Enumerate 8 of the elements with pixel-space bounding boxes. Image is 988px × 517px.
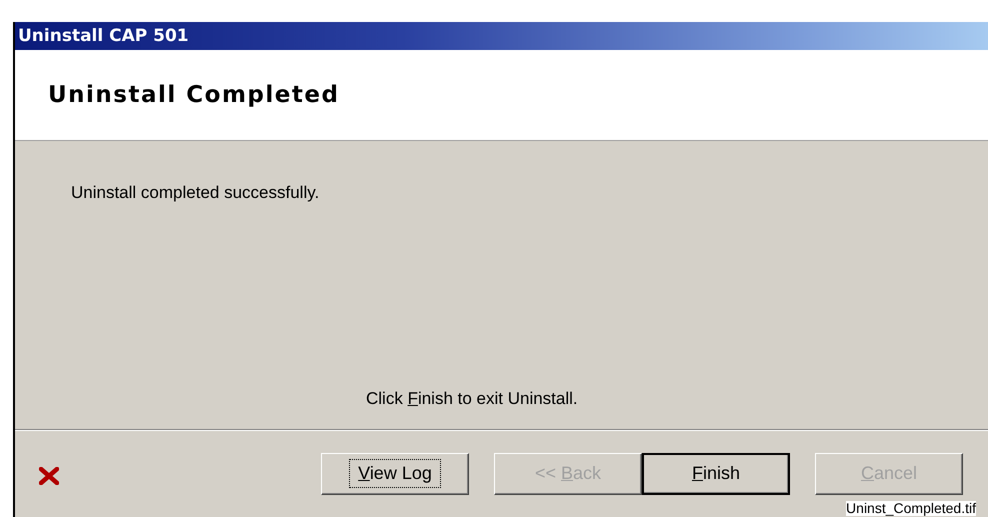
instruction-text: Click Finish to exit Uninstall. [366, 389, 578, 409]
dialog-button[interactable]: Finish [642, 452, 790, 494]
page-title: Uninstall Completed [48, 82, 340, 108]
file-caption: Uninst_Completed.tif [846, 501, 976, 516]
error-x-icon [39, 466, 59, 484]
status-message: Uninstall completed successfully. [71, 183, 320, 203]
window-title: Uninstall CAP 501 [18, 26, 189, 46]
dialog-button[interactable]: View Log [321, 452, 469, 494]
